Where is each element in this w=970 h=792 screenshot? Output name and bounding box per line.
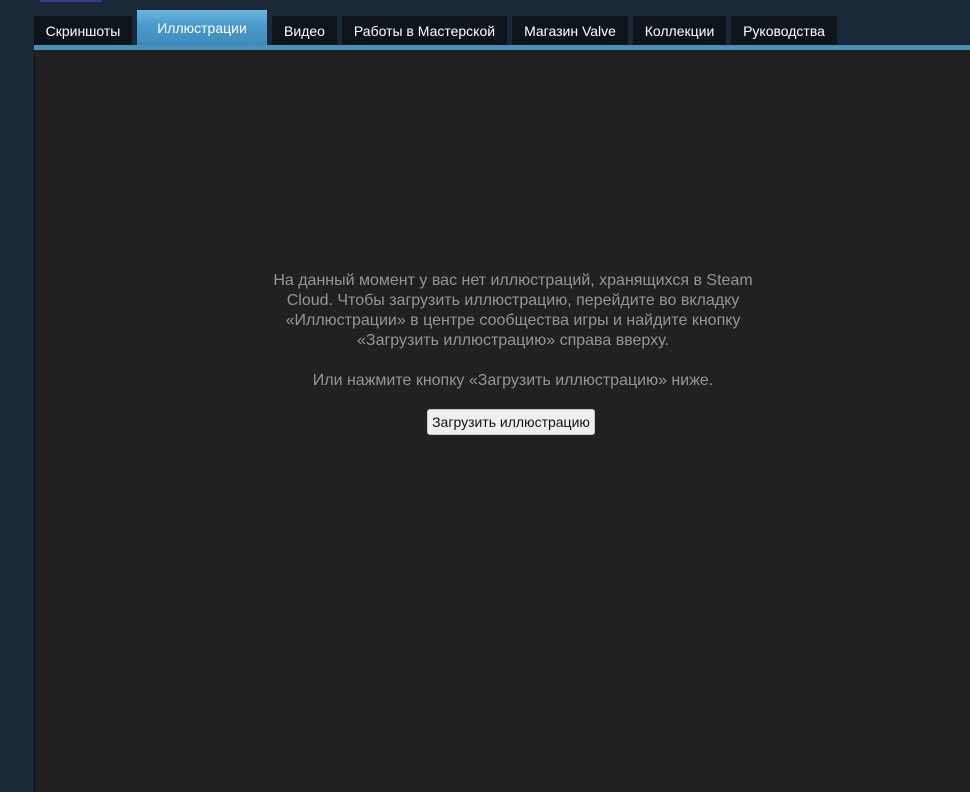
header-accent-bar bbox=[40, 0, 102, 2]
empty-state-line: На данный момент у вас нет иллюстраций, … bbox=[273, 272, 753, 289]
empty-state-line: Cloud. Чтобы загрузить иллюстрацию, пере… bbox=[286, 292, 740, 309]
tab-collections[interactable]: Коллекции bbox=[633, 16, 726, 46]
tab-valve-store[interactable]: Магазин Valve bbox=[512, 16, 628, 46]
tab-screenshots[interactable]: Скриншоты bbox=[34, 16, 132, 46]
tab-guides[interactable]: Руководства bbox=[731, 16, 837, 46]
media-tabs: Скриншоты Иллюстрации Видео Работы в Мас… bbox=[34, 10, 970, 46]
artwork-panel: На данный момент у вас нет иллюстраций, … bbox=[34, 50, 970, 792]
tab-videos[interactable]: Видео bbox=[272, 16, 337, 46]
empty-state-line: «Загрузить иллюстрацию» справа вверху. bbox=[357, 332, 669, 349]
tab-workshop-items[interactable]: Работы в Мастерской bbox=[342, 16, 507, 46]
tab-artwork[interactable]: Иллюстрации bbox=[137, 10, 267, 46]
upload-artwork-button[interactable]: Загрузить иллюстрацию bbox=[427, 409, 595, 435]
alt-instruction-text: Или нажмите кнопку «Загрузить иллюстраци… bbox=[312, 372, 714, 389]
empty-state-line: «Иллюстрации» в центре сообщества игры и… bbox=[285, 312, 741, 329]
empty-state-message: На данный момент у вас нет иллюстраций, … bbox=[257, 271, 769, 391]
